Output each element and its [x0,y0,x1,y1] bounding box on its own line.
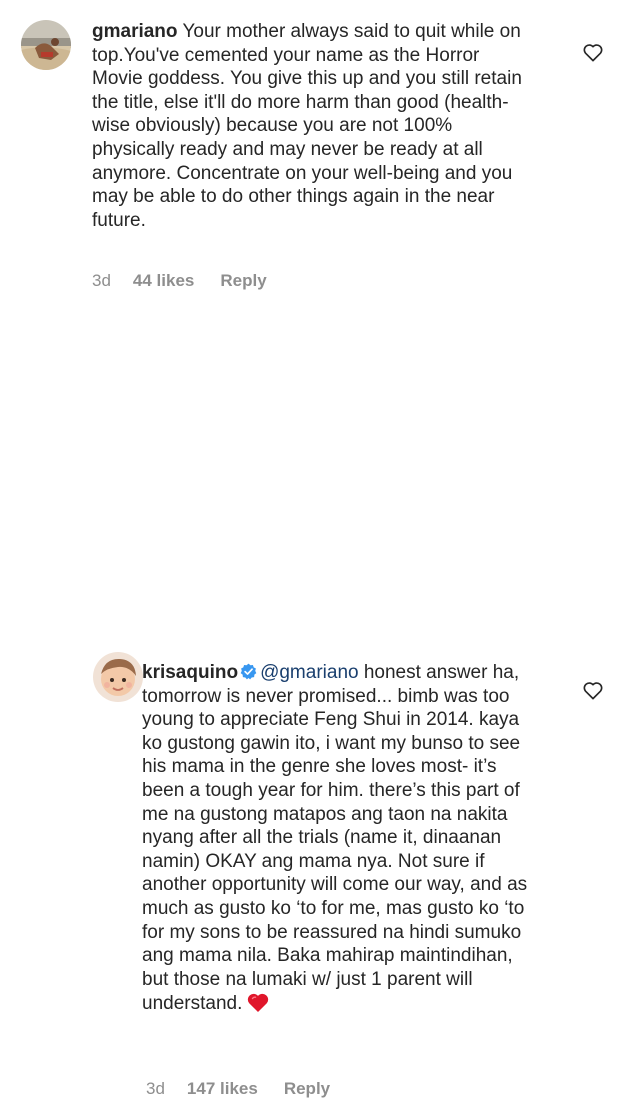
reply-button[interactable]: Reply [284,1079,330,1099]
comment-gmariano: gmariano Your mother always said to quit… [0,0,640,310]
comment-meta: 3d 44 likes Reply [92,271,267,291]
like-heart-icon[interactable] [582,42,604,62]
reply-button[interactable]: Reply [220,271,266,291]
verified-badge-icon [240,663,257,680]
comment-krisaquino: krisaquino @gmariano honest answer ha, t… [0,320,640,1098]
comment-body: Your mother always said to quit while on… [92,21,522,231]
avatar-krisaquino[interactable] [93,652,143,702]
avatar-beach-photo [21,20,71,70]
comment-username[interactable]: gmariano [92,21,178,42]
comment-body: honest answer ha, tomorrow is never prom… [142,662,528,1015]
comment-likes-count[interactable]: 147 likes [187,1079,258,1099]
comment-timestamp[interactable]: 3d [92,271,111,291]
comment-username[interactable]: krisaquino [142,662,238,683]
comment-text-block: krisaquino @gmariano honest answer ha, t… [142,661,542,1016]
mention-link[interactable]: @gmariano [260,662,359,683]
comment-likes-count[interactable]: 44 likes [133,271,194,291]
avatar-gmariano[interactable] [21,20,71,70]
avatar-child-photo [93,652,143,702]
comment-timestamp[interactable]: 3d [146,1079,165,1099]
red-heart-emoji-icon [248,994,269,1013]
comment-meta: 3d 147 likes Reply [146,1079,330,1099]
like-heart-icon[interactable] [582,680,604,700]
comment-text-block: gmariano Your mother always said to quit… [92,20,522,232]
